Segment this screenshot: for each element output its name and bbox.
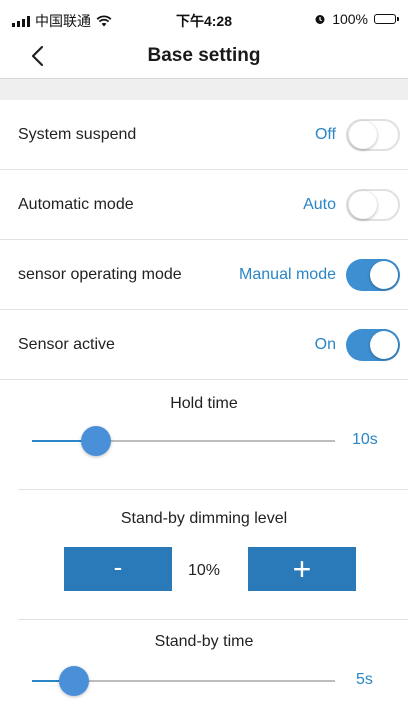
section-spacer <box>0 79 408 100</box>
system-suspend-toggle[interactable] <box>346 119 400 151</box>
setting-value: Off <box>314 126 336 143</box>
page-title: Base setting <box>147 45 261 66</box>
battery-icon <box>374 14 399 24</box>
hold-time-slider-thumb[interactable] <box>80 426 111 456</box>
setting-label: sensor operating mode <box>18 266 182 283</box>
setting-label: Sensor active <box>18 336 115 353</box>
hold-time-title: Hold time <box>170 395 238 412</box>
alarm-icon <box>315 15 325 24</box>
setting-row-sensor-active: Sensor active On <box>0 310 408 380</box>
setting-label: Automatic mode <box>18 196 134 213</box>
hold-time-value: 10s <box>352 431 378 448</box>
hold-time-slider-track[interactable] <box>32 440 335 442</box>
status-right: 100% <box>314 11 399 27</box>
standby-time-value: 5s <box>356 671 373 688</box>
setting-value: Auto <box>303 196 336 213</box>
standby-time-title: Stand-by time <box>154 633 254 650</box>
automatic-mode-toggle[interactable] <box>346 189 400 221</box>
setting-value: On <box>314 336 336 353</box>
setting-row-sensor-operating-mode: sensor operating mode Manual mode <box>0 240 408 310</box>
standby-time-slider-thumb[interactable] <box>59 666 90 696</box>
increase-button[interactable]: + <box>248 547 356 591</box>
battery-percent: 100% <box>332 11 368 27</box>
setting-value: Manual mode <box>239 266 336 283</box>
status-bar: 中国联通 下午4:28 100% <box>0 0 408 34</box>
divider <box>18 619 408 620</box>
setting-row-system-suspend: System suspend Off <box>0 100 408 170</box>
sensor-operating-mode-toggle[interactable] <box>346 259 400 291</box>
dimming-title: Stand-by dimming level <box>120 510 288 527</box>
nav-bar: Base setting <box>0 34 408 79</box>
setting-row-automatic-mode: Automatic mode Auto <box>0 170 408 240</box>
plus-label: + <box>292 551 312 587</box>
divider <box>18 489 408 490</box>
setting-label: System suspend <box>18 126 137 143</box>
sensor-active-toggle[interactable] <box>346 329 400 361</box>
